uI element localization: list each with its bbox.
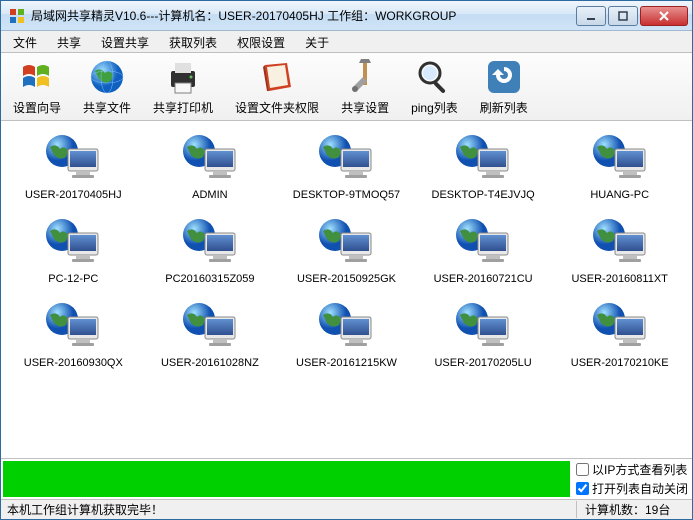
computer-item[interactable]: USER-20160811XT (555, 215, 684, 285)
window-title: 局域网共享精灵V10.6---计算机名：USER-20170405HJ 工作组：… (31, 7, 574, 24)
toolbar-label: 共享设置 (341, 99, 389, 116)
toolbar-refresh-button[interactable]: 刷新列表 (476, 55, 532, 118)
network-computer-icon (317, 215, 375, 267)
network-computer-icon (44, 299, 102, 351)
menu-item[interactable]: 获取列表 (159, 31, 227, 52)
computer-name: USER-20170405HJ (25, 189, 122, 201)
status-count: 计算机数：19台 (576, 501, 686, 518)
magnifier-icon (414, 57, 454, 97)
network-computer-icon (181, 299, 239, 351)
computer-item[interactable]: USER-20150925GK (282, 215, 411, 285)
toolbar-label: 设置向导 (13, 99, 61, 116)
toolbar-label: 设置文件夹权限 (235, 99, 319, 116)
ip-view-checkbox[interactable]: 以IP方式查看列表 (576, 461, 688, 478)
network-computer-icon (181, 131, 239, 183)
titlebar: 局域网共享精灵V10.6---计算机名：USER-20170405HJ 工作组：… (1, 1, 692, 31)
computer-item[interactable]: DESKTOP-9TMOQ57 (282, 131, 411, 201)
computer-name: USER-20160721CU (434, 273, 533, 285)
computer-name: ADMIN (192, 189, 227, 201)
computer-name: PC20160315Z059 (165, 273, 254, 285)
network-computer-icon (317, 131, 375, 183)
network-computer-icon (454, 215, 512, 267)
refresh-icon (484, 57, 524, 97)
computer-item[interactable]: USER-20170405HJ (9, 131, 138, 201)
close-button[interactable] (640, 6, 688, 26)
menu-item[interactable]: 共享 (47, 31, 91, 52)
menu-item[interactable]: 设置共享 (91, 31, 159, 52)
computer-name: USER-20170210KE (571, 357, 669, 369)
app-icon (9, 8, 25, 24)
globe-icon (87, 57, 127, 97)
toolbar: 设置向导 共享文件 共享打印机 设置文件夹权限 共享设置 ping列表 刷新列表 (1, 53, 692, 121)
network-computer-icon (44, 131, 102, 183)
computer-item[interactable]: USER-20160721CU (419, 215, 548, 285)
computer-item[interactable]: USER-20160930QX (9, 299, 138, 369)
computer-item[interactable]: USER-20170205LU (419, 299, 548, 369)
auto-close-checkbox[interactable]: 打开列表自动关闭 (576, 480, 688, 497)
progress-bar (3, 461, 570, 497)
computer-item[interactable]: USER-20161215KW (282, 299, 411, 369)
computer-item[interactable]: DESKTOP-T4EJVJQ (419, 131, 548, 201)
network-computer-icon (44, 215, 102, 267)
computer-name: USER-20170205LU (434, 357, 531, 369)
menu-item[interactable]: 文件 (3, 31, 47, 52)
toolbar-label: ping列表 (411, 99, 458, 116)
network-computer-icon (454, 131, 512, 183)
network-computer-icon (454, 299, 512, 351)
toolbar-tools-button[interactable]: 共享设置 (337, 55, 393, 118)
printer-icon (163, 57, 203, 97)
computer-item[interactable]: USER-20170210KE (555, 299, 684, 369)
toolbar-globe-button[interactable]: 共享文件 (79, 55, 135, 118)
computer-name: USER-20160930QX (24, 357, 123, 369)
toolbar-printer-button[interactable]: 共享打印机 (149, 55, 217, 118)
bottom-panel: 以IP方式查看列表 打开列表自动关闭 (1, 458, 692, 499)
window-controls (574, 6, 688, 26)
toolbar-windows-flag-button[interactable]: 设置向导 (9, 55, 65, 118)
minimize-button[interactable] (576, 6, 606, 26)
network-computer-icon (317, 299, 375, 351)
computer-item[interactable]: ADMIN (146, 131, 275, 201)
toolbar-label: 共享文件 (83, 99, 131, 116)
book-icon (257, 57, 297, 97)
computer-name: PC-12-PC (48, 273, 98, 285)
menubar: 文件共享设置共享获取列表权限设置关于 (1, 31, 692, 53)
network-computer-icon (591, 299, 649, 351)
computer-name: DESKTOP-9TMOQ57 (293, 189, 400, 201)
computer-name: DESKTOP-T4EJVJQ (432, 189, 535, 201)
status-message: 本机工作组计算机获取完毕！ (7, 501, 576, 518)
network-computer-icon (591, 215, 649, 267)
toolbar-magnifier-button[interactable]: ping列表 (407, 55, 462, 118)
toolbar-label: 共享打印机 (153, 99, 213, 116)
menu-item[interactable]: 关于 (295, 31, 339, 52)
menu-item[interactable]: 权限设置 (227, 31, 295, 52)
network-computer-icon (181, 215, 239, 267)
tools-icon (345, 57, 385, 97)
toolbar-book-button[interactable]: 设置文件夹权限 (231, 55, 323, 118)
computer-list: USER-20170405HJ ADMIN DESKTOP-9TMOQ57 DESKT… (1, 121, 692, 458)
computer-name: USER-20160811XT (571, 273, 667, 285)
windows-flag-icon (17, 57, 57, 97)
computer-item[interactable]: HUANG-PC (555, 131, 684, 201)
maximize-button[interactable] (608, 6, 638, 26)
network-computer-icon (591, 131, 649, 183)
computer-name: USER-20161028NZ (161, 357, 259, 369)
statusbar: 本机工作组计算机获取完毕！ 计算机数：19台 (1, 499, 692, 519)
computer-item[interactable]: PC20160315Z059 (146, 215, 275, 285)
computer-item[interactable]: PC-12-PC (9, 215, 138, 285)
computer-name: USER-20150925GK (297, 273, 396, 285)
computer-item[interactable]: USER-20161028NZ (146, 299, 275, 369)
app-window: 局域网共享精灵V10.6---计算机名：USER-20170405HJ 工作组：… (0, 0, 693, 520)
computer-name: USER-20161215KW (296, 357, 397, 369)
computer-name: HUANG-PC (590, 189, 649, 201)
toolbar-label: 刷新列表 (480, 99, 528, 116)
options-panel: 以IP方式查看列表 打开列表自动关闭 (572, 459, 692, 499)
